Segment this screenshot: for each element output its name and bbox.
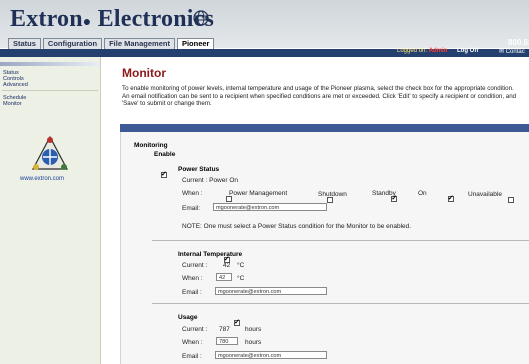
temperature-current-unit: °C — [237, 262, 245, 269]
brand-name: Extron — [10, 6, 83, 32]
sidebar-item-advanced[interactable]: Advanced — [3, 82, 28, 89]
logoff-link[interactable]: Log Off — [457, 48, 478, 54]
power-when-label: When : — [182, 190, 203, 197]
temperature-email-label: Email : — [182, 289, 202, 296]
unavailable-label: Unavailable — [468, 191, 502, 198]
tab-pioneer[interactable]: Pioneer — [176, 38, 215, 49]
temperature-when-input[interactable]: 42 — [216, 273, 232, 281]
panel-header-bar — [120, 124, 529, 132]
temperature-title: Internal Temperature — [178, 251, 243, 258]
enable-label: Enable — [154, 151, 176, 158]
website-link[interactable]: www.extron.com — [20, 176, 64, 182]
sidebar-item-monitor[interactable]: Monitor — [3, 101, 22, 108]
usage-when-input[interactable]: 780 — [216, 337, 238, 345]
tab-file-management[interactable]: File Management — [104, 38, 175, 49]
temperature-email-input[interactable]: mgoonerate@extron.com — [215, 287, 327, 295]
phone-number: 800.633.9 — [508, 38, 529, 47]
mail-icon: ✉ — [499, 49, 505, 55]
usage-current-label: Current : — [182, 326, 208, 333]
top-status-bar — [0, 49, 529, 57]
unavailable-checkbox[interactable] — [508, 196, 515, 203]
globe-icon — [193, 10, 209, 31]
logged-on-status: Logged on: Admin — [397, 48, 447, 54]
power-email-label: Email: — [182, 205, 201, 212]
power-email-input[interactable]: mgoonerate@extron.com — [213, 203, 327, 211]
contact-label: Contac — [505, 49, 525, 55]
usage-current-unit: hours — [245, 326, 262, 333]
logged-on-user: Admin — [428, 48, 448, 54]
power-status-checkbox[interactable] — [161, 170, 167, 178]
usage-current-value: 787 — [219, 326, 230, 333]
intro-text: To enable monitoring of power levels, in… — [122, 85, 517, 108]
usage-checkbox[interactable] — [234, 318, 241, 326]
logged-on-label: Logged on: — [397, 48, 428, 54]
temperature-when-label: When : — [182, 275, 203, 282]
temperature-when-unit: °C — [237, 275, 245, 282]
brand-logo: Extron● Electronics — [10, 6, 215, 32]
sidebar-separator — [2, 90, 98, 91]
power-current-label: Current : — [182, 177, 208, 184]
temperature-current-value: 42 — [223, 262, 231, 269]
usage-title: Usage — [178, 314, 198, 321]
page-title: Monitor — [122, 66, 166, 80]
sidebar-divider — [0, 62, 100, 66]
tab-status[interactable]: Status — [8, 38, 41, 49]
temperature-current-label: Current : — [182, 262, 208, 269]
power-current-value: Power On — [209, 177, 239, 184]
extron-seal-icon — [31, 135, 69, 177]
on-label: On — [418, 190, 427, 197]
monitoring-label: Monitoring — [134, 142, 168, 149]
section-divider — [152, 240, 529, 241]
usage-when-unit: hours — [245, 339, 262, 346]
usage-when-label: When : — [182, 339, 203, 346]
standby-label: Standby — [372, 190, 396, 197]
usage-email-input[interactable]: mgoonerate@extron.com — [215, 351, 327, 359]
usage-email-label: Email : — [182, 353, 202, 360]
power-note-text: NOTE: One must select a Power Status con… — [182, 223, 412, 230]
power-current-row: Current : Power On — [182, 177, 238, 184]
on-checkbox[interactable] — [447, 194, 454, 202]
section-divider-2 — [152, 303, 529, 304]
power-status-title: Power Status — [178, 166, 220, 173]
power-note: NOTE: One must select a Power Status con… — [182, 223, 411, 230]
contact-link[interactable]: ✉ Contac — [499, 48, 525, 55]
tab-configuration[interactable]: Configuration — [42, 38, 103, 49]
main-tabs: Status Configuration File Management Pio… — [8, 38, 215, 49]
power-management-label: Power Management — [229, 190, 288, 197]
shutdown-label: Shutdown — [318, 191, 347, 198]
